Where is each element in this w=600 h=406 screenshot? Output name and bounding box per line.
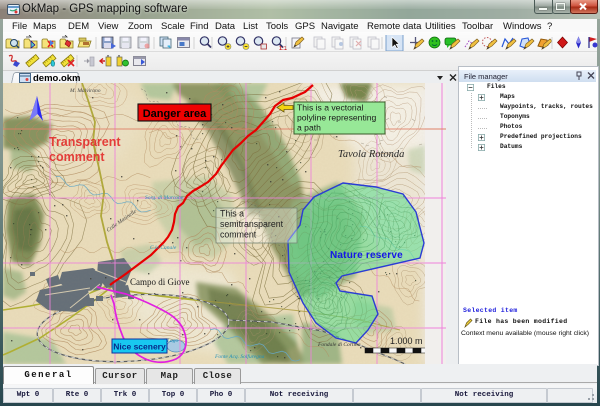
- svg-text:comment: comment: [49, 150, 105, 164]
- svg-text:a path: a path: [297, 123, 321, 133]
- svg-text:Sorg. di Marcone: Sorg. di Marcone: [145, 195, 184, 201]
- svg-text:Fondale di Cortina: Fondale di Cortina: [317, 342, 361, 348]
- svg-text:Nice scenery: Nice scenery: [113, 342, 166, 352]
- svg-text:Campo di Giove: Campo di Giove: [130, 277, 190, 287]
- svg-text:Danger area: Danger area: [143, 108, 207, 120]
- svg-text:Fonte Acq. Solfuregna: Fonte Acq. Solfuregna: [214, 353, 265, 360]
- svg-text:polyline representing: polyline representing: [297, 113, 377, 123]
- svg-text:M. Malvirano: M. Malvirano: [69, 88, 101, 94]
- svg-text:Lago: Lago: [166, 338, 179, 344]
- svg-text:C.le Canale: C.le Canale: [150, 245, 177, 251]
- svg-text:Nature reserve: Nature reserve: [330, 250, 403, 261]
- svg-text:This is a vectorial: This is a vectorial: [297, 103, 363, 113]
- svg-text:comment: comment: [220, 230, 257, 240]
- svg-text:Transparent: Transparent: [49, 135, 121, 149]
- svg-text:semitransparent: semitransparent: [220, 219, 284, 229]
- svg-text:This a: This a: [220, 209, 244, 219]
- svg-text:Tavola Rotonda: Tavola Rotonda: [338, 149, 404, 160]
- svg-text:1.000 m: 1.000 m: [390, 336, 423, 346]
